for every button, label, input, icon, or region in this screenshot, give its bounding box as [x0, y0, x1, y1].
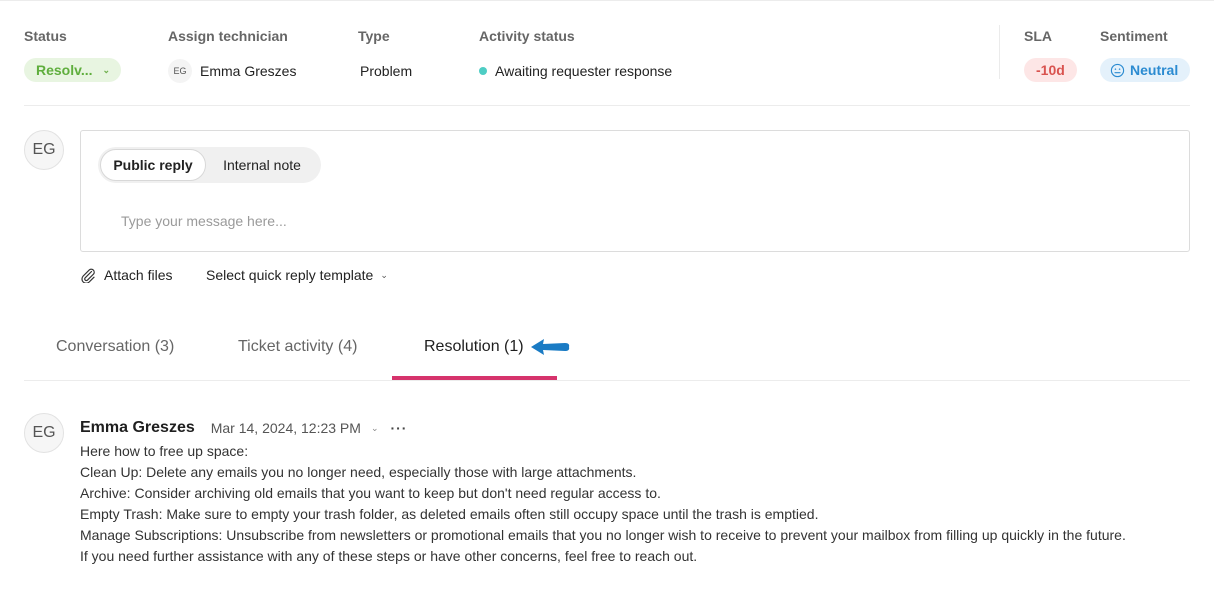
quick-reply-template-dropdown[interactable]: Select quick reply template ⌄ [206, 267, 388, 283]
sentiment-badge: Neutral [1100, 58, 1191, 82]
ticket-detail-panel: Status Resolv... ⌄ Assign technician EG … [0, 0, 1214, 609]
type-label: Type [358, 28, 390, 44]
resolution-line: Here how to free up space: [80, 443, 249, 459]
resolution-timestamp: Mar 14, 2024, 12:23 PM [210, 420, 361, 436]
message-input[interactable] [121, 213, 1021, 229]
sentiment-label: Sentiment [1100, 28, 1168, 44]
type-field: Type Problem [358, 28, 412, 79]
activity-status-selector[interactable]: Awaiting requester response [479, 63, 672, 79]
internal-note-tab[interactable]: Internal note [206, 149, 318, 181]
resolution-line: Archive: Consider archiving old emails t… [80, 485, 661, 501]
tab-conversation[interactable]: Conversation (3) [56, 338, 174, 356]
status-value: Resolv... [36, 62, 93, 78]
activity-status-field: Activity status Awaiting requester respo… [479, 28, 672, 79]
technician-field: Assign technician EG Emma Greszes [168, 28, 296, 83]
chevron-down-icon[interactable]: ⌄ [371, 423, 379, 434]
type-value[interactable]: Problem [360, 63, 412, 79]
resolution-header: Emma Greszes Mar 14, 2024, 12:23 PM ⌄ ··… [80, 419, 407, 437]
resolution-line: Manage Subscriptions: Unsubscribe from n… [80, 527, 1126, 543]
status-dropdown[interactable]: Resolv... ⌄ [24, 58, 122, 82]
quick-reply-template-label: Select quick reply template [206, 267, 374, 283]
status-field: Status Resolv... ⌄ [24, 28, 122, 82]
more-options-icon[interactable]: ··· [390, 420, 407, 436]
reply-mode-toggle: Public reply Internal note [98, 147, 321, 183]
activity-status-label: Activity status [479, 28, 575, 44]
resolution-author: Emma Greszes [80, 419, 195, 436]
status-dot-icon [479, 67, 487, 75]
sla-label: SLA [1024, 28, 1052, 44]
chevron-down-icon: ⌄ [102, 64, 111, 75]
header-divider [999, 25, 1000, 79]
reply-composer: Public reply Internal note [80, 130, 1190, 252]
resolution-body: Here how to free up space: Clean Up: Del… [80, 441, 1126, 567]
sentiment-value: Neutral [1130, 62, 1179, 78]
technician-label: Assign technician [168, 28, 288, 44]
resolution-line: Empty Trash: Make sure to empty your tra… [80, 506, 819, 522]
sla-field: SLA -10d [1024, 28, 1077, 82]
arrow-left-annotation-icon [531, 339, 570, 355]
resolution-line: Clean Up: Delete any emails you no longe… [80, 464, 637, 480]
sla-badge: -10d [1024, 58, 1077, 82]
sla-value: -10d [1036, 62, 1065, 78]
public-reply-tab[interactable]: Public reply [100, 149, 206, 181]
attach-files-label: Attach files [104, 267, 173, 283]
tab-resolution[interactable]: Resolution (1) [424, 338, 524, 356]
status-label: Status [24, 28, 67, 44]
tabs-separator [24, 380, 1190, 381]
resolution-line: If you need further assistance with any … [80, 548, 698, 564]
neutral-face-icon [1110, 63, 1125, 77]
activity-status-value: Awaiting requester response [495, 63, 673, 79]
technician-selector[interactable]: EG Emma Greszes [168, 59, 296, 83]
tab-ticket-activity[interactable]: Ticket activity (4) [238, 338, 357, 356]
chevron-down-icon: ⌄ [380, 269, 388, 280]
composer-avatar: EG [24, 130, 64, 170]
paperclip-icon [81, 268, 95, 283]
technician-name: Emma Greszes [200, 63, 297, 79]
sentiment-field: Sentiment Neutral [1100, 28, 1191, 82]
attach-files-button[interactable]: Attach files [80, 267, 172, 283]
technician-avatar: EG [168, 59, 192, 83]
resolution-author-avatar: EG [24, 413, 64, 453]
header-separator [24, 105, 1190, 106]
